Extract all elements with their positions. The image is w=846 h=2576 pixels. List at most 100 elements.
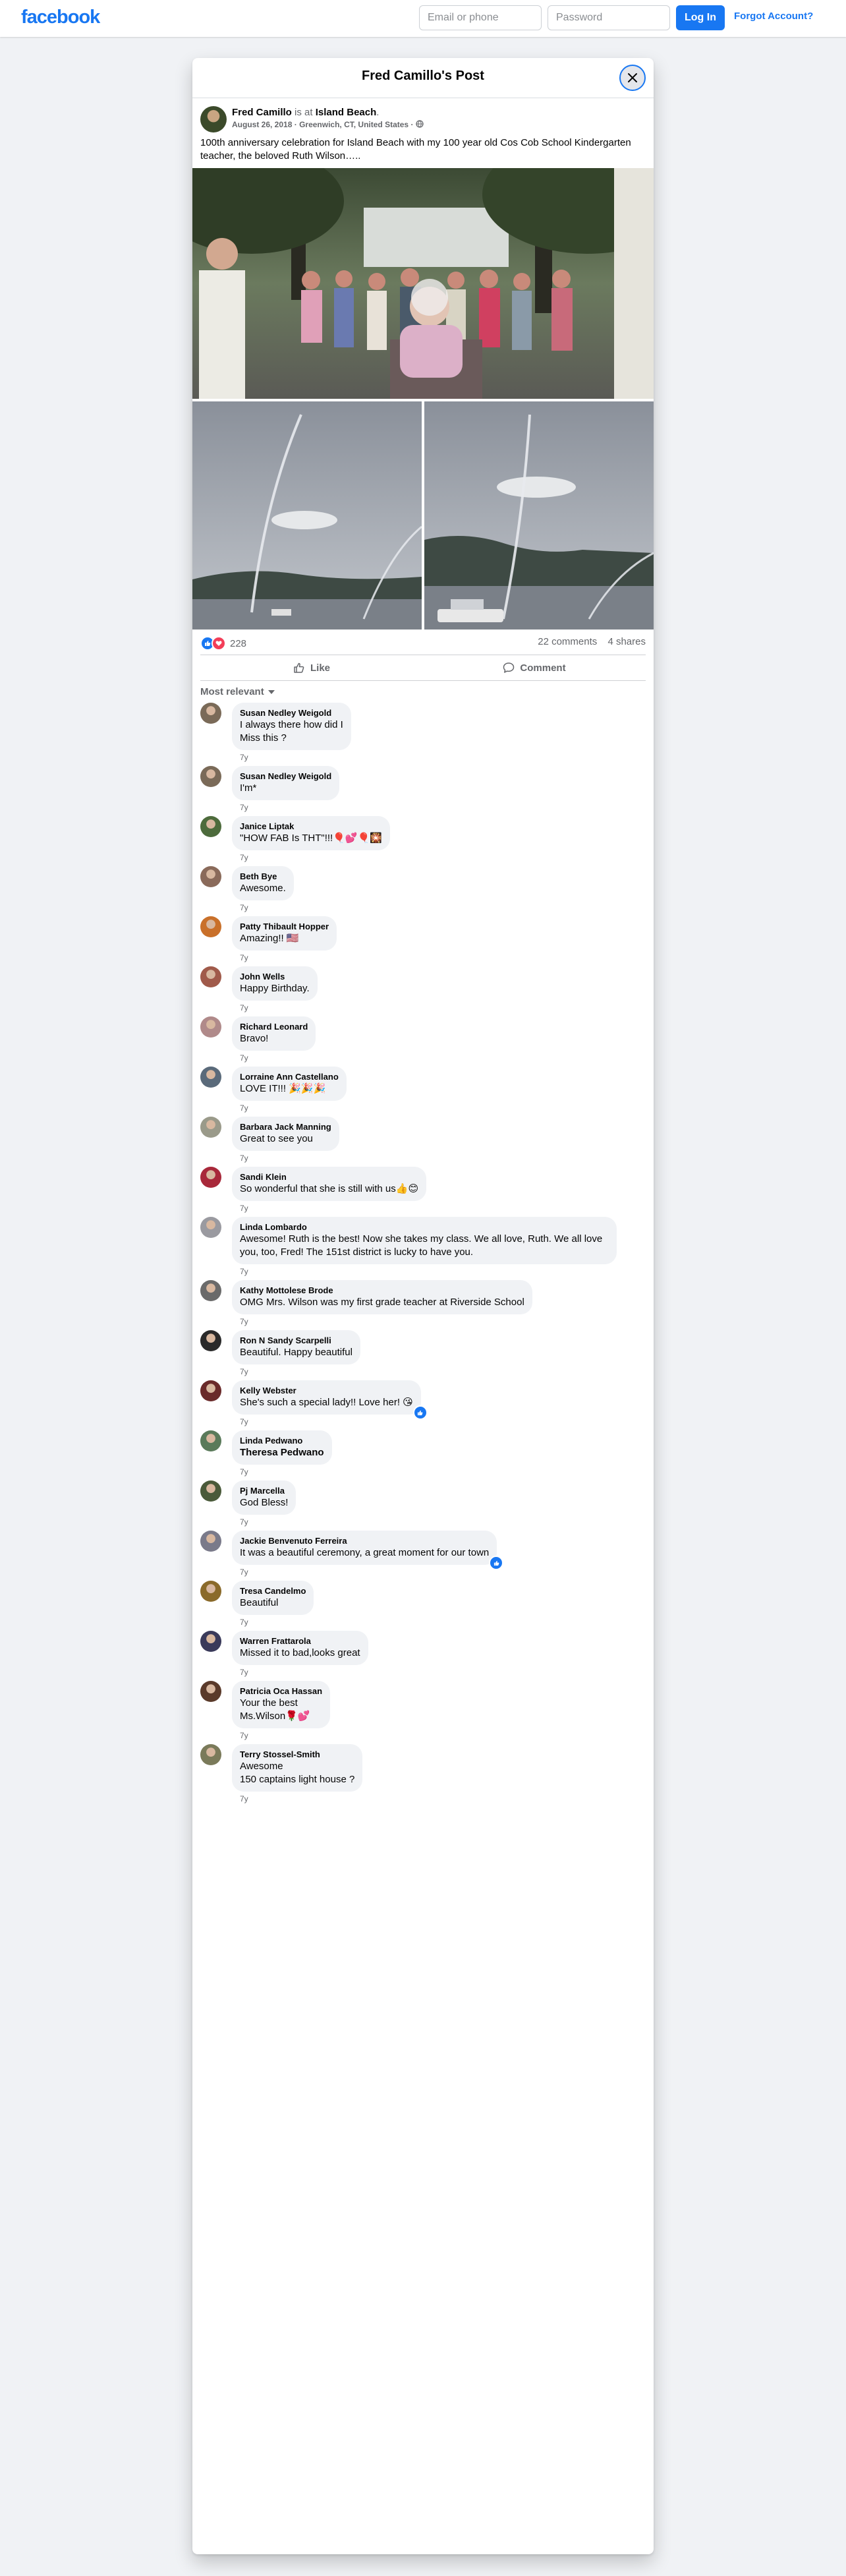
commenter-avatar[interactable] — [200, 1280, 221, 1301]
commenter-avatar[interactable] — [200, 766, 221, 787]
commenter-avatar[interactable] — [200, 1631, 221, 1652]
post-date[interactable]: August 26, 2018 — [232, 120, 292, 129]
commenter-name[interactable]: Janice Liptak — [240, 821, 382, 832]
comment-timestamp[interactable]: 7y — [232, 1364, 646, 1376]
commenter-name[interactable]: Susan Nedley Weigold — [240, 771, 331, 782]
comment-timestamp[interactable]: 7y — [232, 750, 646, 762]
commenter-avatar[interactable] — [200, 1531, 221, 1552]
comment-text: Beautiful — [240, 1597, 279, 1608]
commenter-name[interactable]: Sandi Klein — [240, 1172, 418, 1183]
commenter-avatar[interactable] — [200, 1430, 221, 1451]
comment-timestamp[interactable]: 7y — [232, 1465, 646, 1477]
like-reaction-icon[interactable] — [412, 1405, 428, 1420]
comment-timestamp[interactable]: 7y — [232, 1101, 646, 1113]
commenter-name[interactable]: Ron N Sandy Scarpelli — [240, 1335, 352, 1346]
comment-bubble: Warren Frattarola Missed it to bad,looks … — [232, 1631, 368, 1665]
commenter-avatar[interactable] — [200, 703, 221, 724]
place-link[interactable]: Island Beach — [316, 107, 377, 118]
commenter-avatar[interactable] — [200, 816, 221, 837]
commenter-name[interactable]: Linda Lombardo — [240, 1222, 609, 1233]
comment-text: She's such a special lady!! Love her! 😘 — [240, 1397, 413, 1408]
commenter-name[interactable]: Lorraine Ann Castellano — [240, 1072, 339, 1082]
comment-timestamp[interactable]: 7y — [232, 1001, 646, 1012]
commenter-avatar[interactable] — [200, 866, 221, 887]
globe-icon — [416, 120, 424, 128]
commenter-name[interactable]: Patty Thibault Hopper — [240, 922, 329, 932]
comment-timestamp[interactable]: 7y — [232, 1264, 646, 1276]
shares-count[interactable]: 4 shares — [607, 636, 646, 647]
commenter-name[interactable]: Linda Pedwano — [240, 1436, 324, 1446]
comment-timestamp[interactable]: 7y — [232, 1792, 646, 1803]
commenter-name[interactable]: Kathy Mottolese Brode — [240, 1285, 524, 1296]
commenter-avatar[interactable] — [200, 966, 221, 987]
commenter-name[interactable]: Tresa Candelmo — [240, 1586, 306, 1596]
comment-timestamp[interactable]: 7y — [232, 900, 646, 912]
like-button[interactable]: Like — [200, 655, 423, 680]
commenter-name[interactable]: Kelly Webster — [240, 1386, 413, 1396]
comment-button[interactable]: Comment — [423, 655, 646, 680]
author-name[interactable]: Fred Camillo — [232, 107, 292, 118]
comments-count[interactable]: 22 comments — [538, 636, 597, 647]
commenter-name[interactable]: Richard Leonard — [240, 1022, 308, 1032]
forgot-account-link[interactable]: Forgot Account? — [734, 11, 813, 22]
commenter-avatar[interactable] — [200, 1330, 221, 1351]
comment-timestamp[interactable]: 7y — [232, 951, 646, 962]
comment-text: Your the best Ms.Wilson🌹💕 — [240, 1697, 310, 1722]
comment-text: LOVE IT!!! 🎉🎉🎉 — [240, 1083, 326, 1094]
commenter-name[interactable]: Terry Stossel-Smith — [240, 1749, 354, 1760]
commenter-avatar[interactable] — [200, 916, 221, 937]
comment-text: Awesome 150 captains light house ? — [240, 1761, 355, 1785]
comment-text: Beautiful. Happy beautiful — [240, 1347, 352, 1358]
comment-sort-dropdown[interactable]: Most relevant — [200, 686, 646, 697]
commenter-avatar[interactable] — [200, 1581, 221, 1602]
post-location[interactable]: Greenwich, CT, United States — [299, 120, 409, 129]
commenter-name[interactable]: Susan Nedley Weigold — [240, 708, 343, 718]
comment-item: Susan Nedley Weigold I always there how d… — [200, 703, 646, 762]
comment-timestamp[interactable]: 7y — [232, 1728, 646, 1740]
comment-timestamp[interactable]: 7y — [232, 1201, 646, 1213]
comment-timestamp[interactable]: 7y — [232, 1415, 646, 1426]
comment-timestamp[interactable]: 7y — [232, 850, 646, 862]
comment-timestamp[interactable]: 7y — [232, 1665, 646, 1677]
commenter-name[interactable]: Patricia Oca Hassan — [240, 1686, 322, 1697]
photo-fireboat-left[interactable] — [192, 401, 422, 629]
photo-crowd[interactable] — [192, 168, 654, 399]
photo-grid — [192, 168, 654, 629]
commenter-avatar[interactable] — [200, 1217, 221, 1238]
comment-text: So wonderful that she is still with us👍😊 — [240, 1183, 419, 1194]
commenter-avatar[interactable] — [200, 1016, 221, 1038]
email-field[interactable] — [419, 5, 542, 30]
commenter-name[interactable]: Jackie Benvenuto Ferreira — [240, 1536, 489, 1546]
commenter-avatar[interactable] — [200, 1480, 221, 1502]
commenter-avatar[interactable] — [200, 1067, 221, 1088]
commenter-avatar[interactable] — [200, 1380, 221, 1401]
comment-text: I always there how did I Miss this ? — [240, 719, 343, 744]
comment-timestamp[interactable]: 7y — [232, 800, 646, 812]
commenter-name[interactable]: Beth Bye — [240, 871, 286, 882]
author-avatar[interactable] — [200, 106, 227, 132]
comment-timestamp[interactable]: 7y — [232, 1615, 646, 1627]
facebook-logo[interactable]: facebook — [21, 7, 100, 28]
comment-item: Richard Leonard Bravo! 7y — [200, 1016, 646, 1063]
reaction-summary[interactable]: 228 — [200, 636, 246, 651]
comment-timestamp[interactable]: 7y — [232, 1051, 646, 1063]
comment-timestamp[interactable]: 7y — [232, 1151, 646, 1163]
comment-timestamp[interactable]: 7y — [232, 1314, 646, 1326]
commenter-avatar[interactable] — [200, 1681, 221, 1702]
commenter-name[interactable]: Pj Marcella — [240, 1486, 288, 1496]
commenter-avatar[interactable] — [200, 1167, 221, 1188]
password-field[interactable] — [548, 5, 670, 30]
commenter-name[interactable]: Barbara Jack Manning — [240, 1122, 331, 1132]
comment-timestamp[interactable]: 7y — [232, 1515, 646, 1527]
comment-bubble: Patricia Oca Hassan Your the best Ms.Wils… — [232, 1681, 331, 1728]
commenter-avatar[interactable] — [200, 1117, 221, 1138]
tagged-user-link[interactable]: Theresa Pedwano — [240, 1446, 324, 1459]
commenter-avatar[interactable] — [200, 1744, 221, 1765]
comment-timestamp[interactable]: 7y — [232, 1565, 646, 1577]
top-bar: facebook Log In Forgot Account? — [0, 0, 846, 37]
commenter-name[interactable]: Warren Frattarola — [240, 1636, 360, 1647]
close-button[interactable] — [619, 65, 646, 91]
login-button[interactable]: Log In — [676, 5, 725, 30]
commenter-name[interactable]: John Wells — [240, 972, 310, 982]
photo-fireboat-right[interactable] — [424, 401, 654, 629]
